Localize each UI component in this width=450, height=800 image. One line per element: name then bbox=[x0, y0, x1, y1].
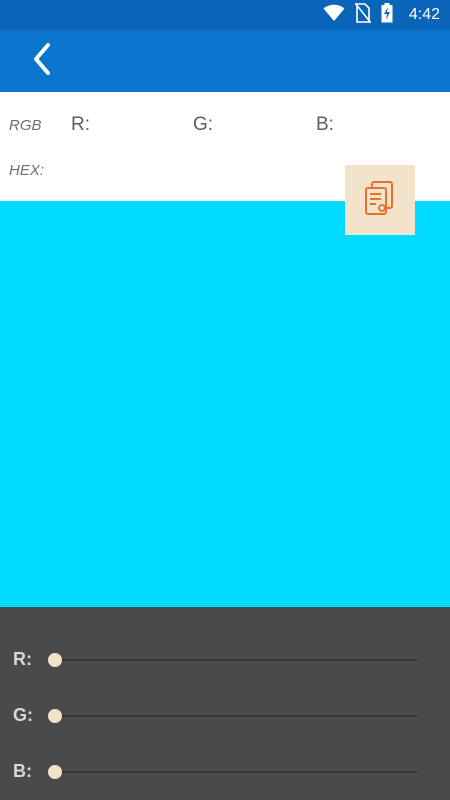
copy-document-icon bbox=[363, 180, 397, 221]
slider-panel: R: G: B: bbox=[0, 607, 450, 800]
rgb-label: RGB bbox=[9, 117, 42, 134]
status-time: 4:42 bbox=[408, 6, 440, 23]
copy-button[interactable] bbox=[345, 165, 415, 235]
hex-label: HEX: bbox=[9, 162, 45, 179]
green-slider-track[interactable] bbox=[55, 715, 417, 717]
blue-slider-label: B: bbox=[13, 761, 32, 781]
battery-charging-icon bbox=[381, 2, 393, 28]
red-value-label: R: bbox=[71, 114, 90, 135]
blue-slider-track[interactable] bbox=[55, 771, 417, 773]
green-value-label: G: bbox=[193, 114, 214, 135]
status-bar: 4:42 bbox=[0, 0, 450, 30]
screen: 4:42 RGB R: G: B: HEX: R: G: B: bbox=[0, 0, 450, 800]
blue-slider-row: B: bbox=[0, 757, 450, 787]
green-slider-row: G: bbox=[0, 701, 450, 731]
green-slider-thumb[interactable] bbox=[48, 709, 62, 723]
chevron-left-icon bbox=[31, 42, 53, 81]
color-preview bbox=[0, 201, 450, 607]
app-bar bbox=[0, 30, 450, 92]
red-slider-label: R: bbox=[13, 649, 32, 669]
red-slider-row: R: bbox=[0, 645, 450, 675]
blue-value-label: B: bbox=[316, 114, 334, 135]
red-slider-thumb[interactable] bbox=[48, 653, 62, 667]
back-button[interactable] bbox=[22, 41, 62, 81]
status-icons: 4:42 bbox=[323, 2, 440, 28]
green-slider-label: G: bbox=[13, 705, 33, 725]
no-sim-icon bbox=[354, 2, 372, 28]
red-slider-track[interactable] bbox=[55, 659, 417, 661]
wifi-icon bbox=[323, 4, 345, 27]
blue-slider-thumb[interactable] bbox=[48, 765, 62, 779]
